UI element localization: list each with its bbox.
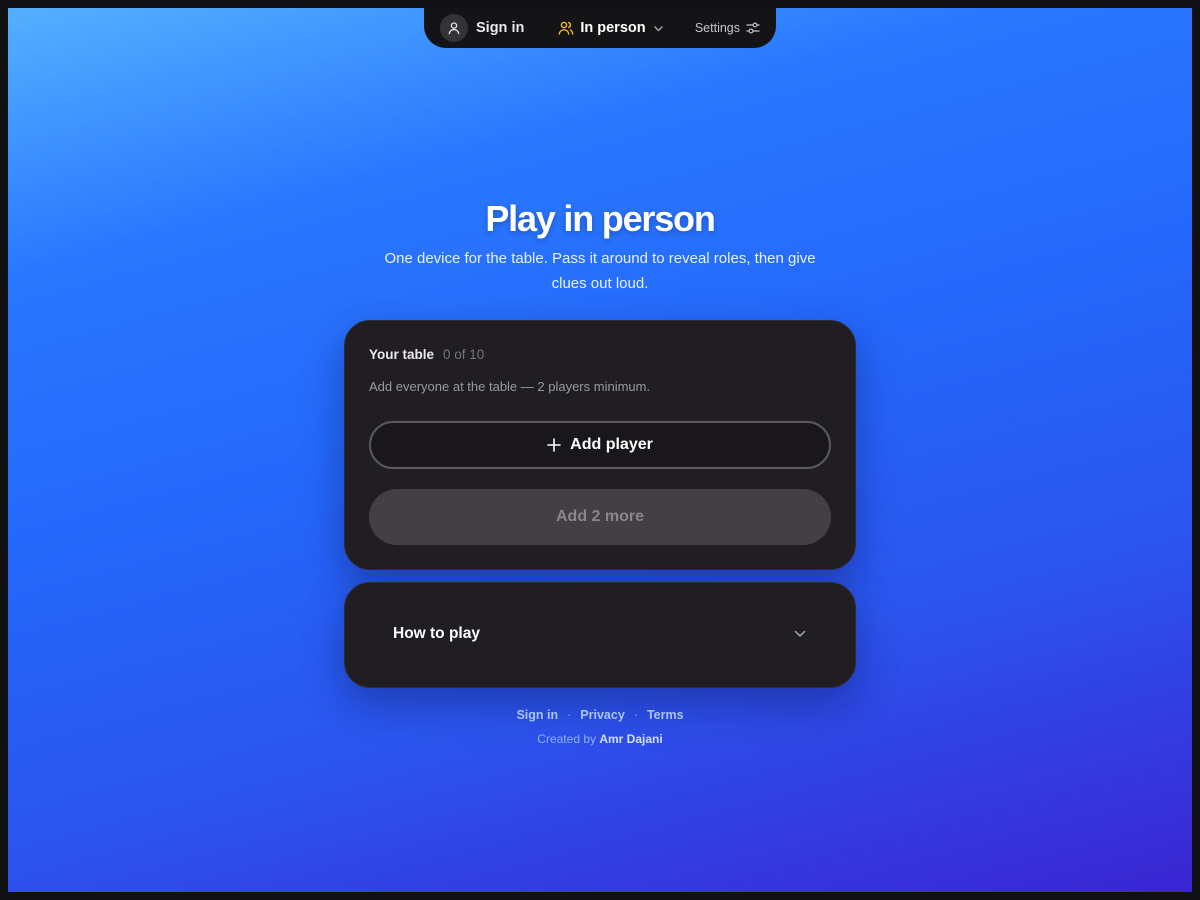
page-subtitle: One device for the table. Pass it around… xyxy=(384,250,816,292)
table-title: Your table xyxy=(369,347,435,362)
settings-label: Settings xyxy=(694,21,740,35)
footer-link-terms[interactable]: Terms xyxy=(647,708,684,722)
add-player-label: Add player xyxy=(570,436,653,453)
footer-links: Sign in · Privacy · Terms xyxy=(8,708,1192,722)
mode-label: In person xyxy=(580,20,646,36)
app-screen: Sign in In person Settings Play in perso… xyxy=(8,8,1192,892)
table-card: Your table 0 of 10 Add everyone at the t… xyxy=(344,320,856,570)
footer-credit: Created by Amr Dajani xyxy=(8,732,1192,746)
footer-separator: · xyxy=(567,708,572,722)
add-player-button[interactable]: Add player xyxy=(369,421,831,469)
plus-icon xyxy=(547,438,561,452)
credit-author-link[interactable]: Amr Dajani xyxy=(599,732,662,746)
footer-link-signin[interactable]: Sign in xyxy=(516,708,558,722)
page-title: Play in person xyxy=(485,198,715,239)
settings-button[interactable]: Settings xyxy=(695,21,760,35)
continue-button-label: Add 2 more xyxy=(555,508,644,525)
continue-button[interactable]: Add 2 more xyxy=(369,489,831,545)
how-to-play-label: How to play xyxy=(393,625,480,642)
sliders-icon xyxy=(746,21,760,35)
how-to-play-toggle[interactable]: How to play xyxy=(344,582,856,688)
people-icon xyxy=(558,20,574,36)
credit-prefix: Created by xyxy=(537,732,596,746)
top-nav: Sign in In person Settings xyxy=(424,8,776,48)
signin-nav-label: Sign in xyxy=(476,20,525,36)
player-count: 0 of 10 xyxy=(443,347,485,362)
footer-separator: · xyxy=(633,708,638,722)
signin-nav-button[interactable]: Sign in xyxy=(440,14,524,42)
user-icon xyxy=(440,14,468,42)
mode-selector[interactable]: In person xyxy=(558,20,663,36)
chevron-down-icon xyxy=(793,627,807,641)
table-card-header: Your table 0 of 10 xyxy=(369,347,484,362)
footer-link-privacy[interactable]: Privacy xyxy=(580,708,624,722)
chevron-down-icon xyxy=(653,23,664,34)
table-description: Add everyone at the table — 2 players mi… xyxy=(369,379,651,394)
